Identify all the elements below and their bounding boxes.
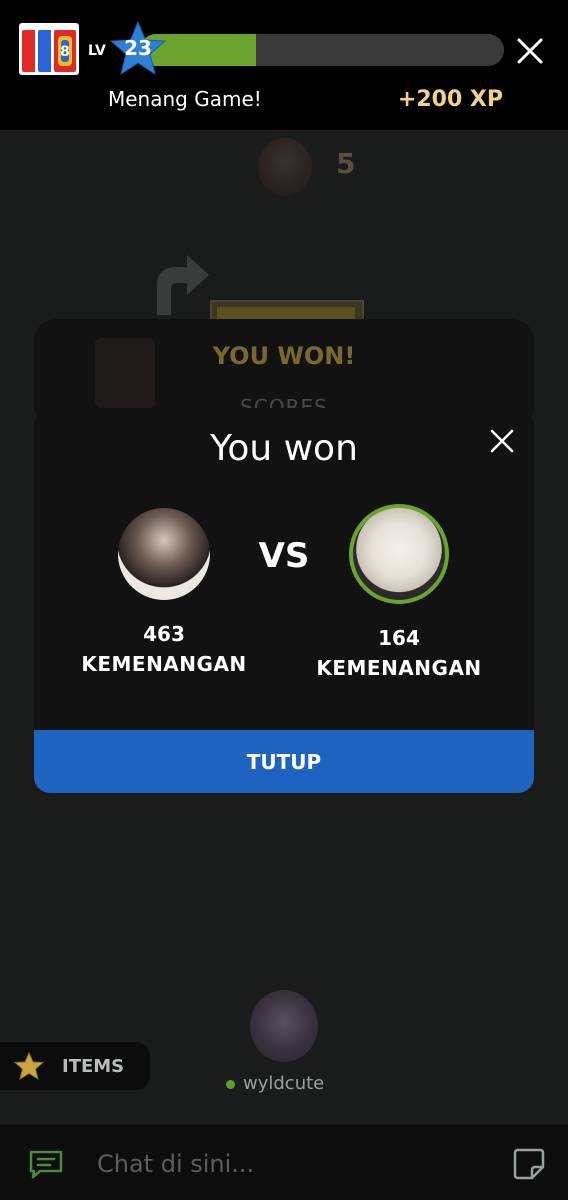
xp-progress-bar — [140, 34, 504, 66]
player-left-wins-label: KEMENANGAN — [81, 652, 247, 676]
self-player-name: wyldcute — [226, 1073, 324, 1094]
uno-logo-icon: 8 — [19, 23, 79, 75]
items-label: ITEMS — [62, 1056, 125, 1077]
xp-banner: 8 LV 23 Menang Game! +200 XP — [0, 0, 568, 130]
close-icon[interactable] — [515, 36, 545, 66]
result-modal: You won 463 KEMENANGAN VS 164 KEMENANGAN… — [34, 408, 534, 793]
xp-gain-amount: +200 XP — [397, 87, 503, 112]
player-right-avatar — [349, 504, 449, 604]
player-left: 463 KEMENANGAN — [64, 508, 264, 676]
xp-banner-message: Menang Game! — [108, 87, 262, 111]
chat-input[interactable] — [95, 1145, 479, 1183]
online-status-dot — [226, 1080, 235, 1089]
chat-icon[interactable] — [28, 1149, 64, 1179]
star-icon — [14, 1052, 44, 1080]
modal-title: You won — [210, 428, 358, 469]
opponent-avatar — [258, 138, 312, 196]
modal-close-icon[interactable] — [489, 428, 515, 454]
player-left-wins: 463 — [143, 622, 185, 646]
player-right: 164 KEMENANGAN — [299, 504, 499, 680]
items-button[interactable]: ITEMS — [0, 1042, 150, 1090]
sticker-icon[interactable] — [512, 1147, 546, 1181]
close-button[interactable]: TUTUP — [34, 730, 534, 793]
svg-text:8: 8 — [60, 44, 70, 60]
background-panel-title: YOU WON! — [212, 342, 356, 370]
level-label: LV — [88, 43, 106, 59]
game-screen: bfminji 5 YOU WON! SCORES 8 LV 23 Menang — [0, 0, 568, 1200]
opponent-card-count: 5 — [336, 147, 356, 180]
chat-bar — [0, 1125, 568, 1200]
player-right-wins: 164 — [378, 626, 420, 650]
self-avatar — [250, 990, 318, 1062]
turn-direction-icon — [157, 255, 209, 315]
player-right-wins-label: KEMENANGAN — [316, 656, 482, 680]
level-number: 23 — [124, 36, 152, 60]
